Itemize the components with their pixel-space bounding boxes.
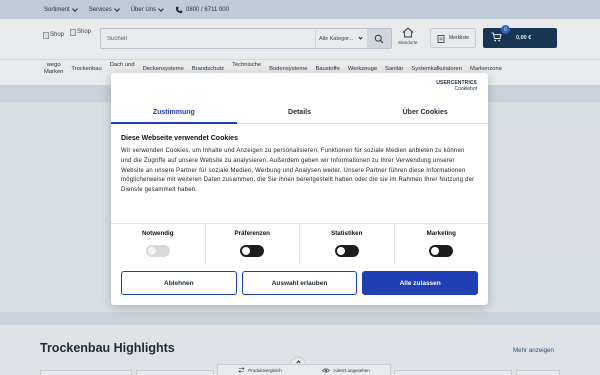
cookie-consent-dialog: USERCENTRICS Cookiebot Zustimmung Detail… [111, 73, 488, 305]
consent-statistiken: Statistiken [300, 224, 395, 263]
tab-zustimmung[interactable]: Zustimmung [111, 101, 237, 124]
cookie-heading: Diese Webseite verwendet Cookies [121, 135, 238, 142]
brand-sub: Cookiebot [454, 86, 477, 92]
toggle-knob [431, 247, 440, 255]
toggle-notwendig [145, 245, 170, 257]
consent-notwendig: Notwendig [111, 224, 206, 263]
consent-marketing: Marketing [395, 224, 489, 263]
consent-label: Marketing [426, 230, 456, 237]
consent-label: Präferenzen [234, 230, 270, 237]
toggle-knob [336, 247, 345, 255]
toggle-praeferenzen[interactable] [240, 245, 265, 257]
toggle-statistiken[interactable] [334, 245, 359, 257]
toggle-knob [242, 247, 251, 255]
deny-button[interactable]: Ablehnen [121, 271, 237, 295]
cookie-body-text: Wir verwenden Cookies, um Inhalte und An… [121, 148, 475, 194]
cookie-buttons: Ablehnen Auswahl erlauben Alle zulassen [121, 271, 479, 295]
cookiebot-logo: USERCENTRICS Cookiebot [429, 80, 477, 92]
consent-label: Statistiken [331, 230, 363, 237]
consent-label: Notwendig [141, 230, 174, 237]
consent-praeferenzen: Präferenzen [206, 224, 300, 263]
toggle-marketing[interactable] [429, 245, 454, 257]
cookie-tabs: Zustimmung Details Über Cookies [111, 101, 488, 124]
toggle-knob [147, 247, 156, 255]
allow-selection-button[interactable]: Auswahl erlauben [241, 271, 358, 295]
allow-all-button[interactable]: Alle zulassen [362, 271, 479, 295]
tab-details[interactable]: Details [237, 101, 363, 123]
tab-ueber-cookies[interactable]: Über Cookies [362, 101, 488, 123]
consent-categories: Notwendig Präferenzen Statistiken Market… [111, 223, 488, 263]
